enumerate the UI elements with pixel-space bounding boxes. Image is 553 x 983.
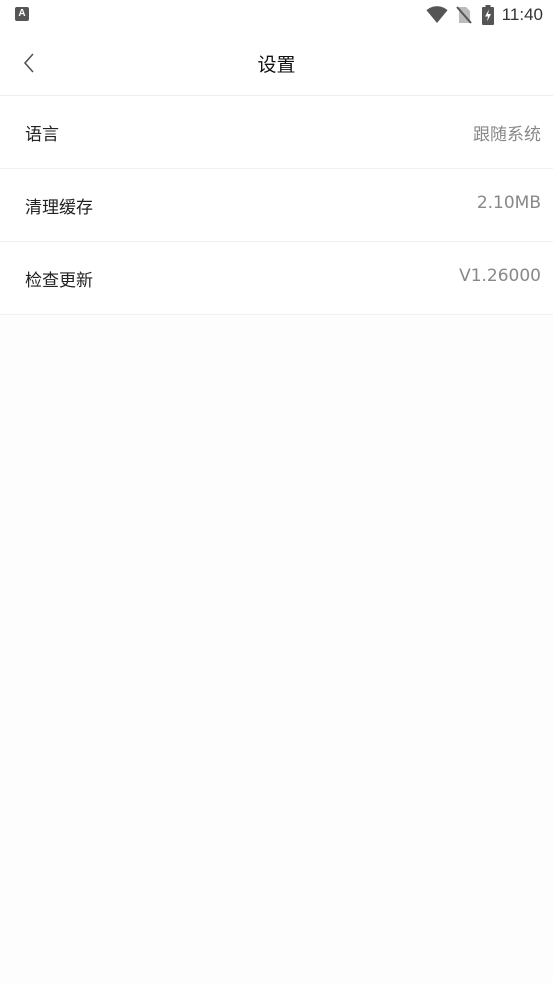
- notification-icon: A: [15, 7, 29, 21]
- title-bar: 设置: [0, 30, 553, 96]
- no-sim-icon: [455, 6, 472, 24]
- status-bar: A 11:40: [0, 0, 553, 30]
- battery-charging-icon: [481, 5, 494, 25]
- settings-row-value: 2.10MB: [476, 193, 541, 213]
- settings-row-value: 跟随系统: [473, 125, 541, 145]
- status-icons: 11:40: [426, 4, 543, 26]
- settings-row-value: V1.26000: [459, 266, 541, 286]
- wifi-icon: [426, 6, 448, 24]
- settings-row-label: 语言: [25, 125, 59, 145]
- page-title: 设置: [257, 54, 296, 76]
- settings-list: 语言 跟随系统 清理缓存 2.10MB 检查更新 V1.26000: [0, 96, 553, 315]
- settings-row-language[interactable]: 语言 跟随系统: [0, 96, 553, 169]
- settings-row-clear-cache[interactable]: 清理缓存 2.10MB: [0, 169, 553, 242]
- settings-row-label: 清理缓存: [25, 198, 93, 218]
- settings-row-label: 检查更新: [25, 271, 93, 291]
- status-clock: 11:40: [501, 5, 543, 24]
- settings-row-check-update[interactable]: 检查更新 V1.26000: [0, 242, 553, 315]
